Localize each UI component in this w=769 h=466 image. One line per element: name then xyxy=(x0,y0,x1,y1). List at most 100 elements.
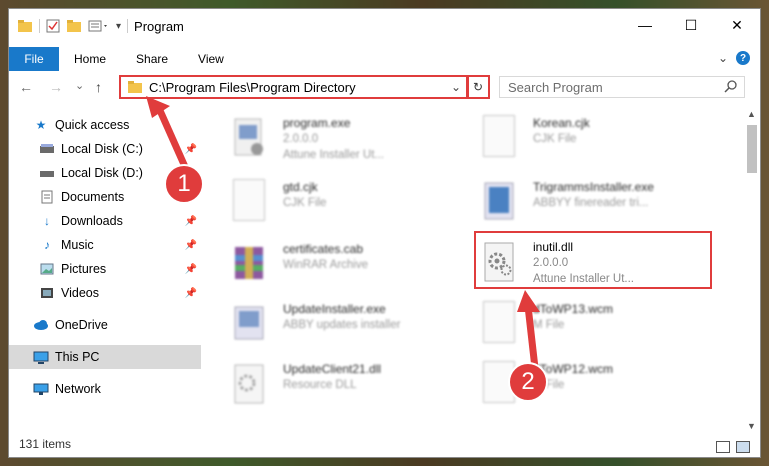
sidebar-item-quick-access[interactable]: ★ Quick access xyxy=(9,113,201,137)
status-item-count: 131 items xyxy=(19,437,72,451)
sidebar-item-label: Network xyxy=(55,382,101,396)
documents-icon xyxy=(39,190,55,204)
up-button[interactable]: ↑ xyxy=(95,79,102,95)
address-path[interactable]: C:\Program Files\Program Directory xyxy=(149,80,356,95)
navigation-pane: ★ Quick access Local Disk (C:) 📌 Local D… xyxy=(9,113,201,401)
exe-icon xyxy=(229,115,269,161)
customize-toolbar-chevron-icon[interactable]: ▾ xyxy=(116,21,121,32)
sidebar-item-videos[interactable]: Videos 📌 xyxy=(9,281,201,305)
sidebar-item-local-disk-c[interactable]: Local Disk (C:) 📌 xyxy=(9,137,201,161)
file-item[interactable]: dToWP13.wcm M File xyxy=(479,301,709,357)
videos-icon xyxy=(39,286,55,300)
file-name: UpdateClient21.dll xyxy=(283,362,382,376)
tab-home[interactable]: Home xyxy=(59,47,121,71)
new-folder-icon[interactable] xyxy=(66,19,82,33)
sidebar-item-downloads[interactable]: ↓ Downloads 📌 xyxy=(9,209,201,233)
search-placeholder: Search Program xyxy=(508,79,603,95)
document-icon xyxy=(229,179,269,225)
maximize-button[interactable]: ☐ xyxy=(668,9,714,41)
quick-access-toolbar: ▾ xyxy=(9,19,129,33)
pc-icon xyxy=(33,350,49,364)
recent-locations-button[interactable]: ⌄ xyxy=(75,79,84,92)
properties-icon[interactable] xyxy=(46,19,60,33)
sidebar-item-onedrive[interactable]: OneDrive xyxy=(9,313,201,337)
tab-file[interactable]: File xyxy=(9,47,59,71)
large-icons-view-icon[interactable] xyxy=(736,441,750,453)
window-title: Program xyxy=(134,18,184,34)
pin-icon[interactable]: 📌 xyxy=(185,264,197,275)
pin-icon[interactable]: 📌 xyxy=(185,240,197,251)
file-detail: ABBYY finereader tri... xyxy=(533,197,649,209)
back-button[interactable]: ← xyxy=(19,79,33,95)
scroll-up-chevron-icon[interactable]: ▲ xyxy=(747,109,756,119)
sidebar-item-label: Local Disk (C:) xyxy=(61,142,143,156)
callout-badge-1: 1 xyxy=(164,164,204,204)
folder-icon xyxy=(128,81,142,93)
file-detail: Resource DLL xyxy=(283,379,357,391)
file-item[interactable]: program.exe 2.0.0.0 Attune Installer Ut... xyxy=(229,115,459,171)
exe-icon xyxy=(229,301,269,347)
file-name: UpdateInstaller.exe xyxy=(283,302,386,316)
file-item[interactable]: Korean.cjk CJK File xyxy=(479,115,709,171)
details-view-icon[interactable] xyxy=(716,441,730,453)
pin-icon[interactable]: 📌 xyxy=(185,144,197,155)
pin-icon[interactable]: 📌 xyxy=(185,288,197,299)
file-name: TrigrammsInstaller.exe xyxy=(533,180,654,194)
folder-icon xyxy=(18,20,32,32)
file-item[interactable]: certificates.cab WinRAR Archive xyxy=(229,241,459,297)
file-item[interactable]: UpdateClient21.dll Resource DLL xyxy=(229,361,459,417)
file-detail: WinRAR Archive xyxy=(283,259,368,271)
pin-icon[interactable]: 📌 xyxy=(185,216,197,227)
file-detail: 2.0.0.0 xyxy=(283,133,319,145)
vertical-scrollbar[interactable]: ▲ ▼ xyxy=(744,109,760,431)
file-name: certificates.cab xyxy=(283,242,364,256)
sidebar-item-this-pc[interactable]: This PC xyxy=(9,345,201,369)
navigation-bar: ← → ⌄ ↑ C:\Program Files\Program Directo… xyxy=(9,75,760,101)
sidebar-item-label: Videos xyxy=(61,286,99,300)
file-detail: Attune Installer Ut... xyxy=(283,149,384,161)
forward-button[interactable]: → xyxy=(49,79,63,95)
address-bar[interactable]: C:\Program Files\Program Directory ⌄ xyxy=(119,75,469,99)
sidebar-item-label: Quick access xyxy=(55,118,130,132)
highlight-box xyxy=(474,231,712,289)
file-item[interactable]: UpdateInstaller.exe ABBY updates installe… xyxy=(229,301,459,357)
downloads-icon: ↓ xyxy=(44,214,50,228)
network-icon xyxy=(33,382,49,396)
tab-view[interactable]: View xyxy=(183,47,239,71)
drive-icon xyxy=(39,166,55,180)
tab-share[interactable]: Share xyxy=(121,47,183,71)
archive-icon xyxy=(229,241,269,287)
scroll-down-chevron-icon[interactable]: ▼ xyxy=(747,421,756,431)
ribbon-tabs: File Home Share View ⌄ ? xyxy=(9,47,760,71)
minimize-button[interactable]: — xyxy=(622,9,668,41)
sidebar-item-label: Pictures xyxy=(61,262,107,276)
scrollbar-thumb[interactable] xyxy=(747,125,757,173)
drive-icon xyxy=(39,142,55,156)
file-item[interactable]: TrigrammsInstaller.exe ABBYY finereader t… xyxy=(479,179,709,235)
sidebar-item-label: Music xyxy=(61,238,94,252)
document-icon xyxy=(479,301,519,347)
search-icon[interactable] xyxy=(724,79,738,93)
star-icon: ★ xyxy=(35,118,47,132)
help-icon[interactable]: ? xyxy=(736,51,750,65)
file-name: dToWP13.wcm xyxy=(533,302,614,316)
toolbar-divider xyxy=(127,19,129,33)
address-dropdown-chevron-icon[interactable]: ⌄ xyxy=(451,80,461,94)
cloud-icon xyxy=(33,318,49,332)
file-item[interactable]: gtd.cjk CJK File xyxy=(229,179,459,235)
file-name: gtd.cjk xyxy=(283,180,318,194)
sidebar-item-label: Documents xyxy=(61,190,125,204)
expand-ribbon-chevron-icon[interactable]: ⌄ xyxy=(718,51,728,65)
search-input[interactable]: Search Program xyxy=(499,76,745,98)
sidebar-item-music[interactable]: ♪ Music 📌 xyxy=(9,233,201,257)
document-icon xyxy=(479,115,519,161)
ribbon-right-controls: ⌄ ? xyxy=(718,51,750,65)
file-name: Korean.cjk xyxy=(533,116,590,130)
sidebar-item-label: Local Disk (D:) xyxy=(61,166,143,180)
close-button[interactable]: ✕ xyxy=(714,9,760,41)
customize-view-icon[interactable] xyxy=(88,19,110,33)
sidebar-item-pictures[interactable]: Pictures 📌 xyxy=(9,257,201,281)
refresh-button[interactable]: ↻ xyxy=(466,75,490,99)
file-detail: CJK File xyxy=(283,197,327,209)
sidebar-item-network[interactable]: Network xyxy=(9,377,201,401)
